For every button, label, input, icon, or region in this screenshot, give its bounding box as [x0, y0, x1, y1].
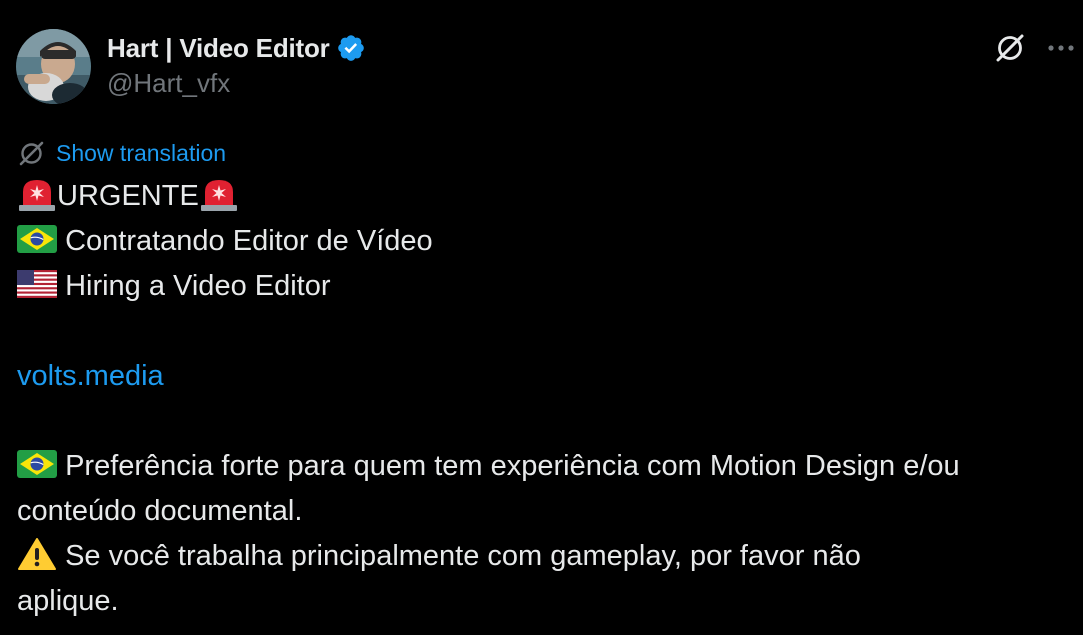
tweet-line-link: volts.media — [17, 354, 164, 399]
more-options-icon[interactable] — [1045, 37, 1077, 59]
pt-hiring-text: Contratando Editor de Vídeo — [65, 225, 433, 257]
grok-icon[interactable] — [993, 31, 1027, 65]
tweet: Hart | Video Editor @Hart_vfx Show trans… — [0, 0, 1083, 635]
author-display-name[interactable]: Hart | Video Editor — [107, 33, 330, 64]
brazil-flag-icon — [17, 225, 57, 254]
volts-media-link[interactable]: volts.media — [17, 360, 164, 392]
tweet-line-en-hiring: Hiring a Video Editor — [17, 264, 331, 309]
urgent-text: URGENTE — [57, 180, 199, 212]
show-translation-row[interactable]: Show translation — [17, 138, 226, 168]
warning-text-line2: aplique. — [17, 585, 119, 617]
show-translation-link[interactable]: Show translation — [56, 140, 226, 167]
tweet-line-preference: Preferência forte para quem tem experiên… — [17, 444, 960, 489]
warning-icon — [18, 538, 56, 571]
verified-badge-icon — [337, 35, 364, 61]
tweet-line-warning-cont: aplique. — [17, 579, 119, 624]
tweet-line-preference-cont: conteúdo documental. — [17, 489, 302, 534]
brazil-flag-icon — [17, 450, 57, 479]
us-flag-icon — [17, 270, 57, 299]
tweet-line-pt-hiring: Contratando Editor de Vídeo — [17, 219, 433, 264]
avatar[interactable] — [16, 29, 91, 104]
preference-text-line1: Preferência forte para quem tem experiên… — [65, 450, 960, 482]
author-handle[interactable]: @Hart_vfx — [107, 68, 230, 99]
police-light-icon — [19, 180, 55, 212]
police-light-icon — [200, 180, 237, 212]
warning-text-line1: Se você trabalha principalmente com game… — [65, 540, 861, 572]
preference-text-line2: conteúdo documental. — [17, 495, 303, 527]
author-name-row[interactable]: Hart | Video Editor — [107, 31, 366, 65]
tweet-line-urgent: URGENTE — [17, 174, 239, 219]
tweet-line-warning: Se você trabalha principalmente com game… — [17, 534, 861, 579]
grok-translate-icon — [19, 141, 44, 165]
en-hiring-text: Hiring a Video Editor — [65, 270, 331, 302]
